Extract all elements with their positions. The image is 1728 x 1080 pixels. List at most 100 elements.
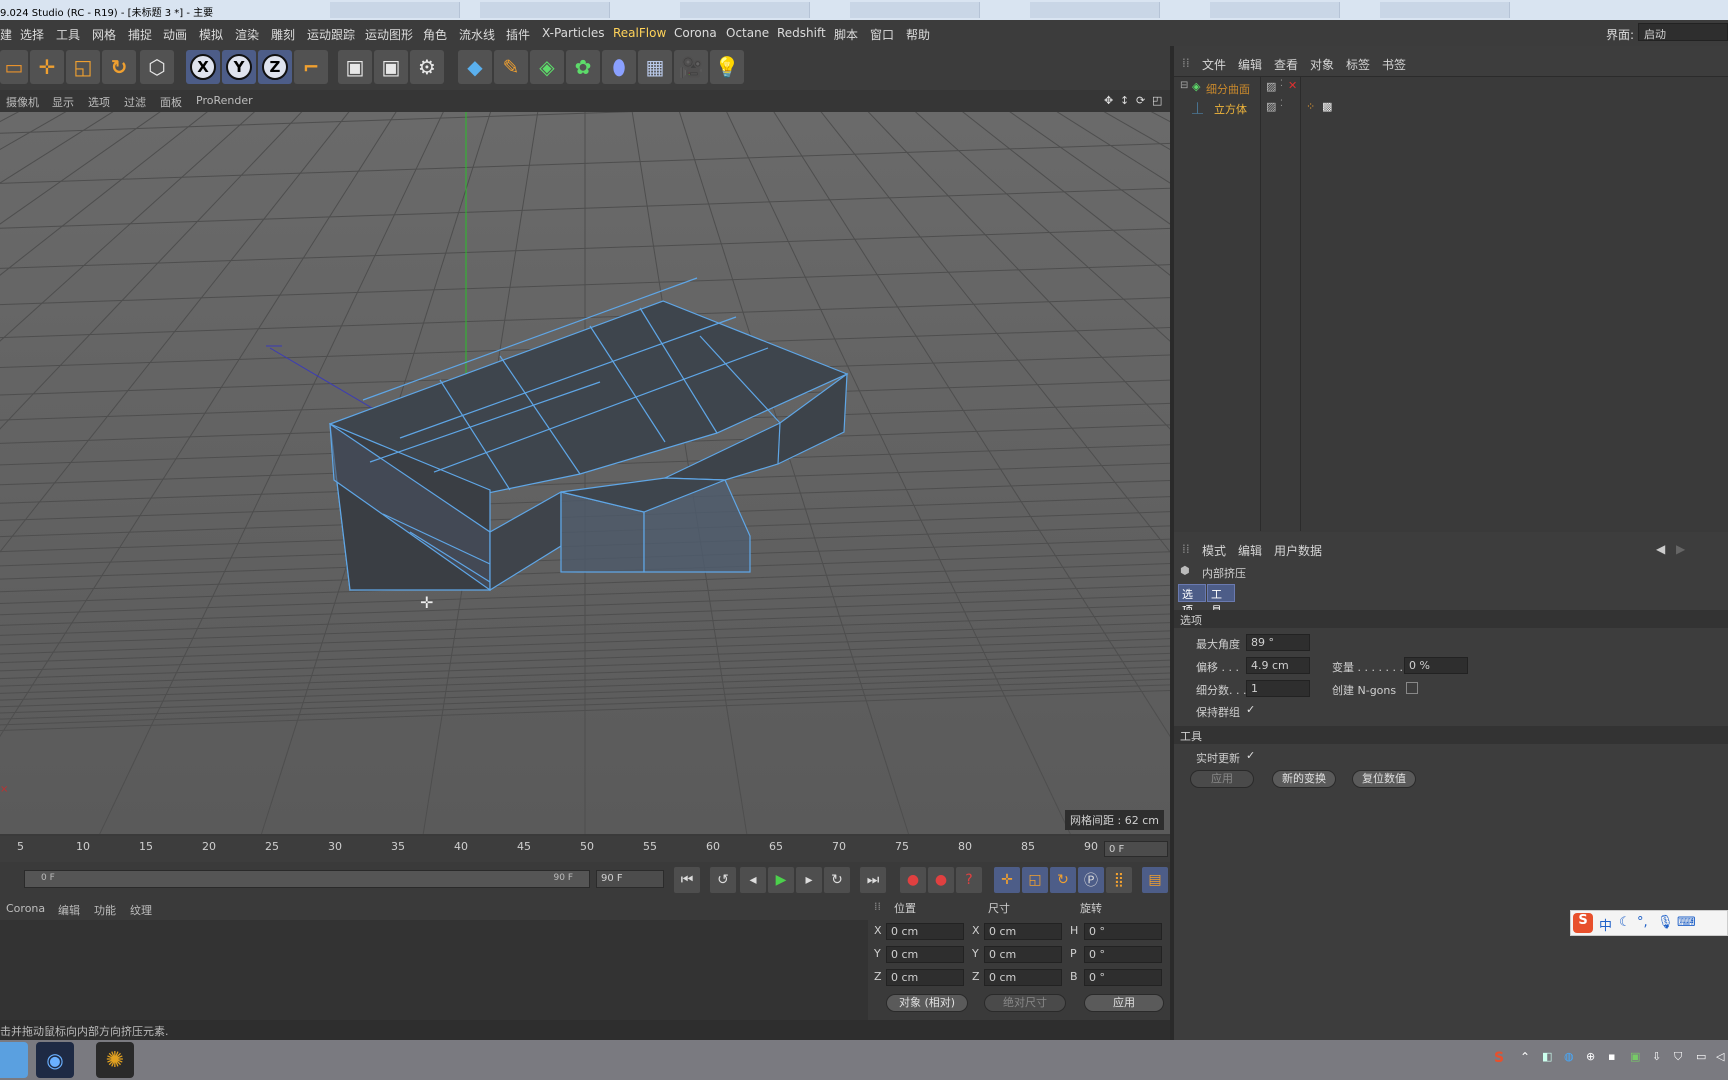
key-scale-icon[interactable]: ◱: [1022, 867, 1048, 893]
object-menu-item[interactable]: 文件: [1202, 56, 1226, 73]
object-name[interactable]: 立方体: [1214, 101, 1247, 117]
position-y-field[interactable]: 0 cm: [886, 946, 964, 963]
prev-key-icon[interactable]: ↺: [710, 867, 736, 893]
ime-toolbar[interactable]: S 中 ☾ °, 🎙 ⌨: [1570, 910, 1728, 936]
light-object-icon[interactable]: 💡: [710, 50, 744, 84]
browser-tab[interactable]: [480, 2, 610, 18]
x-axis-lock-icon[interactable]: X: [186, 50, 220, 84]
selection-tool-icon[interactable]: ▭: [0, 50, 28, 84]
coord-mode-dropdown[interactable]: 对象 (相对): [886, 994, 968, 1012]
viewport-rotate-icon[interactable]: ⟳: [1136, 94, 1145, 107]
menu-item[interactable]: 渲染: [235, 26, 259, 43]
menu-item[interactable]: 捕捉: [128, 26, 152, 43]
menu-item[interactable]: 运动跟踪: [307, 26, 355, 43]
tree-row-subdivision[interactable]: ⊟ ◈ 细分曲面 ▨ ⁚ ✕: [1180, 79, 1720, 97]
tab-options[interactable]: 选项: [1178, 584, 1206, 617]
viewport-zoom-icon[interactable]: ↕: [1120, 94, 1129, 107]
attribute-menu-item[interactable]: 编辑: [1238, 542, 1262, 559]
reset-values-button[interactable]: 复位数值: [1352, 770, 1416, 788]
floor-object-icon[interactable]: ▦: [638, 50, 672, 84]
max-angle-field[interactable]: 89 °: [1246, 634, 1310, 651]
size-x-field[interactable]: 0 cm: [984, 923, 1062, 940]
3d-viewport[interactable]: ✛ × 网格间距 : 62 cm: [0, 112, 1170, 834]
forward-arrow-icon[interactable]: ▶: [1676, 542, 1685, 556]
key-parameter-icon[interactable]: Ⓟ: [1078, 867, 1104, 893]
z-axis-lock-icon[interactable]: Z: [258, 50, 292, 84]
play-icon[interactable]: ▶: [768, 867, 794, 893]
size-mode-dropdown[interactable]: 绝对尺寸: [984, 994, 1066, 1012]
menu-item[interactable]: 插件: [506, 26, 530, 43]
object-menu-item[interactable]: 书签: [1382, 56, 1406, 73]
move-tool-icon[interactable]: ✛: [30, 50, 64, 84]
menu-item[interactable]: Redshift: [777, 26, 826, 40]
object-name[interactable]: 细分曲面: [1206, 81, 1250, 97]
disable-icon[interactable]: ✕: [1288, 79, 1297, 92]
viewport-canvas[interactable]: ✛ ×: [0, 112, 1170, 834]
tray-icon[interactable]: ⊕: [1586, 1050, 1595, 1063]
sogou-tray-icon[interactable]: S: [1494, 1050, 1504, 1066]
prev-frame-icon[interactable]: ◂: [740, 867, 766, 893]
variance-field[interactable]: 0 %: [1404, 657, 1468, 674]
viewport-menu-item[interactable]: 摄像机: [6, 94, 39, 110]
scale-tool-icon[interactable]: ◱: [66, 50, 100, 84]
browser-taskbar-icon[interactable]: [0, 1042, 28, 1078]
menu-item[interactable]: Octane: [726, 26, 769, 40]
key-rotation-icon[interactable]: ↻: [1050, 867, 1076, 893]
browser-tab[interactable]: [680, 2, 810, 18]
viewport-menu-item[interactable]: 显示: [52, 94, 74, 110]
menu-item[interactable]: 动画: [163, 26, 187, 43]
material-menu-item[interactable]: 纹理: [130, 902, 152, 918]
end-frame-field[interactable]: 90 F: [596, 870, 664, 888]
pen-spline-icon[interactable]: ✎: [494, 50, 528, 84]
keep-groups-checkbox[interactable]: ✓: [1246, 704, 1258, 716]
position-z-field[interactable]: 0 cm: [886, 969, 964, 986]
browser-tab[interactable]: [1030, 2, 1160, 18]
menu-item[interactable]: X-Particles: [542, 26, 605, 40]
next-frame-icon[interactable]: ▸: [796, 867, 822, 893]
tree-row-cube[interactable]: ⏊ 立方体 ▨ ⁚ ⁘ ▩: [1180, 99, 1720, 117]
keyframe-selection-icon[interactable]: ?: [956, 867, 982, 893]
tab-tool[interactable]: 工具: [1207, 584, 1235, 617]
mograph-cloner-icon[interactable]: ✿: [566, 50, 600, 84]
shield-icon[interactable]: ⛉: [1674, 1050, 1682, 1064]
create-ngons-checkbox[interactable]: [1406, 682, 1418, 694]
tray-icon[interactable]: ◧: [1542, 1050, 1552, 1063]
viewport-move-icon[interactable]: ✥: [1104, 94, 1113, 107]
browser-tab[interactable]: [850, 2, 980, 18]
tray-icon[interactable]: ⇩: [1652, 1050, 1661, 1063]
size-y-field[interactable]: 0 cm: [984, 946, 1062, 963]
material-menu-item[interactable]: 编辑: [58, 902, 80, 918]
position-x-field[interactable]: 0 cm: [886, 923, 964, 940]
render-picture-viewer-icon[interactable]: ▣: [374, 50, 408, 84]
rotate-tool-icon[interactable]: ↻: [102, 50, 136, 84]
cube-object-icon[interactable]: ◆: [458, 50, 492, 84]
material-list-area[interactable]: [0, 920, 868, 1020]
tray-icon[interactable]: ⌃: [1520, 1050, 1530, 1064]
keyboard-icon[interactable]: ⌨: [1677, 915, 1696, 930]
visibility-dots-icon[interactable]: ⁚: [1280, 79, 1283, 89]
coord-apply-button[interactable]: 应用: [1084, 994, 1164, 1012]
record-active-icon[interactable]: ●: [900, 867, 926, 893]
goto-end-icon[interactable]: ⏭: [860, 867, 886, 893]
menu-item[interactable]: 运动图形: [365, 26, 413, 43]
menu-item-realflow[interactable]: RealFlow: [613, 26, 666, 40]
cinema4d-taskbar-icon[interactable]: ◉: [36, 1042, 74, 1078]
menu-item[interactable]: 脚本: [834, 26, 858, 43]
object-menu-item[interactable]: 查看: [1274, 56, 1298, 73]
size-z-field[interactable]: 0 cm: [984, 969, 1062, 986]
current-frame-field[interactable]: 0 F: [1104, 841, 1168, 857]
subdivisions-field[interactable]: 1: [1246, 680, 1310, 697]
network-icon[interactable]: ▭: [1696, 1050, 1706, 1063]
viewport-layout-icon[interactable]: ◰: [1152, 94, 1162, 107]
rotation-h-field[interactable]: 0 °: [1084, 923, 1162, 940]
menu-item[interactable]: 选择: [20, 26, 44, 43]
render-settings-icon[interactable]: ⚙: [410, 50, 444, 84]
tray-icon[interactable]: ◍: [1564, 1050, 1574, 1063]
viewport-menu-item[interactable]: 面板: [160, 94, 182, 110]
new-transform-button[interactable]: 新的变换: [1272, 770, 1336, 788]
key-position-icon[interactable]: ✛: [994, 867, 1020, 893]
browser-tab[interactable]: [1210, 2, 1340, 18]
layer-icon[interactable]: ▨: [1266, 80, 1276, 93]
material-menu-item[interactable]: Corona: [6, 902, 45, 915]
object-menu-item[interactable]: 标签: [1346, 56, 1370, 73]
